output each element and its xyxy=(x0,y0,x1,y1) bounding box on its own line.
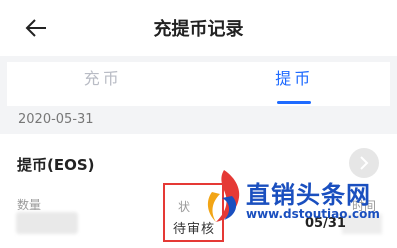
chevron-right-icon xyxy=(360,156,369,170)
date-label: 2020-05-31 xyxy=(18,112,94,127)
date-group-header: 2020-05-31 xyxy=(0,106,397,134)
top-bar: 充提币记录 xyxy=(0,0,397,56)
quantity-label: 数量 xyxy=(17,198,42,212)
watermark-url: www.dstoutiao.com xyxy=(246,207,380,221)
page-title: 充提币记录 xyxy=(153,19,244,40)
watermark-title: 直销头条网 xyxy=(246,181,371,209)
tab-bar: 充币 提币 xyxy=(7,62,390,106)
tabs-container: 充币 提币 xyxy=(0,56,397,106)
tab-deposit[interactable]: 充币 xyxy=(7,62,199,106)
watermark-logo-icon xyxy=(207,170,240,222)
tab-withdraw[interactable]: 提币 xyxy=(199,62,391,106)
record-title: 提币(EOS) xyxy=(17,156,95,174)
quantity-value-redacted xyxy=(16,212,78,234)
record-detail-button[interactable] xyxy=(349,148,379,178)
